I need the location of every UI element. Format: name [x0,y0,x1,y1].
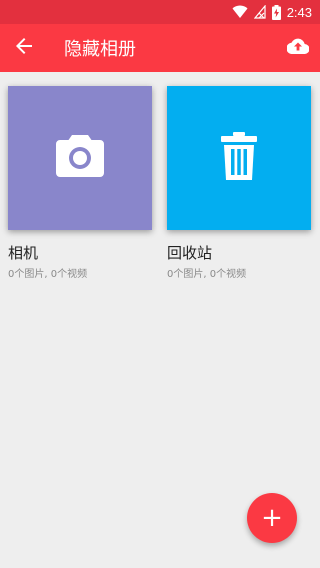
album-name: 回收站 [167,244,213,262]
back-button[interactable] [0,24,48,72]
wifi-icon [232,5,248,19]
add-icon: + [261,503,283,533]
album-name: 相机 [8,244,39,262]
no-signal-icon [253,5,266,19]
album-count: 0个图片, 0个视频 [167,269,247,280]
add-album-button[interactable]: + [247,493,297,543]
album-recycle-bin[interactable]: 回收站 0个图片, 0个视频 [167,86,311,280]
upload-button[interactable] [276,24,320,72]
status-time: 2:43 [286,4,312,20]
album-thumbnail[interactable] [8,86,152,230]
cloud-upload-icon [286,38,310,58]
album-camera[interactable]: 相机 0个图片, 0个视频 [8,86,152,280]
camera-icon [56,135,104,181]
app-bar: 隐藏相册 [0,24,320,72]
album-count: 0个图片, 0个视频 [8,269,88,280]
battery-charging-icon [271,4,281,20]
trash-icon [221,132,257,184]
status-bar: 2:43 [0,0,320,24]
arrow-back-icon [16,38,32,58]
album-thumbnail[interactable] [167,86,311,230]
page-title: 隐藏相册 [64,39,136,60]
